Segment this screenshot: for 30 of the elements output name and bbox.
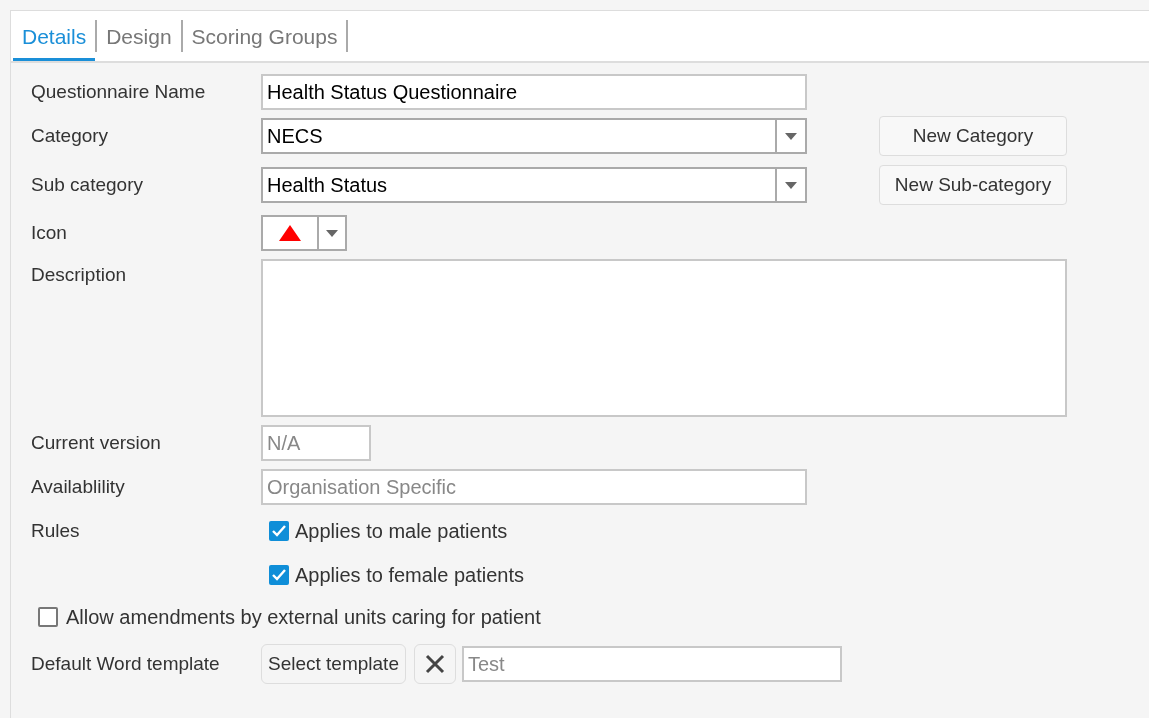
checkbox-label: Applies to male patients <box>295 519 508 544</box>
field-label: Questionnaire Name <box>31 80 206 102</box>
field-label: Sub category <box>31 173 143 195</box>
text-field[interactable]: Health Status Questionnaire <box>261 74 807 110</box>
field-label: Current version <box>31 431 161 453</box>
dropdown[interactable]: Health Status <box>261 167 807 203</box>
field-label: Availablility <box>31 475 125 497</box>
tab[interactable]: Design <box>97 11 181 61</box>
description-field[interactable] <box>261 259 1067 417</box>
checkbox[interactable] <box>269 565 289 585</box>
field-label: Default Word template <box>31 652 220 674</box>
tab[interactable]: Scoring Groups <box>182 11 347 61</box>
field-label: Description <box>31 264 127 285</box>
field-label: Rules <box>31 519 80 541</box>
checkbox-label: Allow amendments by external units caring for patient <box>66 605 541 630</box>
icon-dropdown[interactable] <box>261 215 347 251</box>
checkbox[interactable] <box>38 607 58 627</box>
checkbox-label: Applies to female patients <box>295 563 525 588</box>
new-button[interactable]: New Category <box>879 116 1067 156</box>
clear-button[interactable] <box>413 644 456 684</box>
caret-icon <box>785 132 797 140</box>
checkbox[interactable] <box>269 521 289 541</box>
field-label: Icon <box>31 221 67 243</box>
triangle-icon <box>279 225 301 241</box>
dropdown[interactable]: NECS <box>261 118 807 154</box>
caret-icon <box>326 229 338 237</box>
new-button[interactable]: New Sub-category <box>879 165 1067 205</box>
close-icon <box>424 654 445 674</box>
field-label: Category <box>31 124 109 146</box>
caret-icon <box>785 181 797 189</box>
